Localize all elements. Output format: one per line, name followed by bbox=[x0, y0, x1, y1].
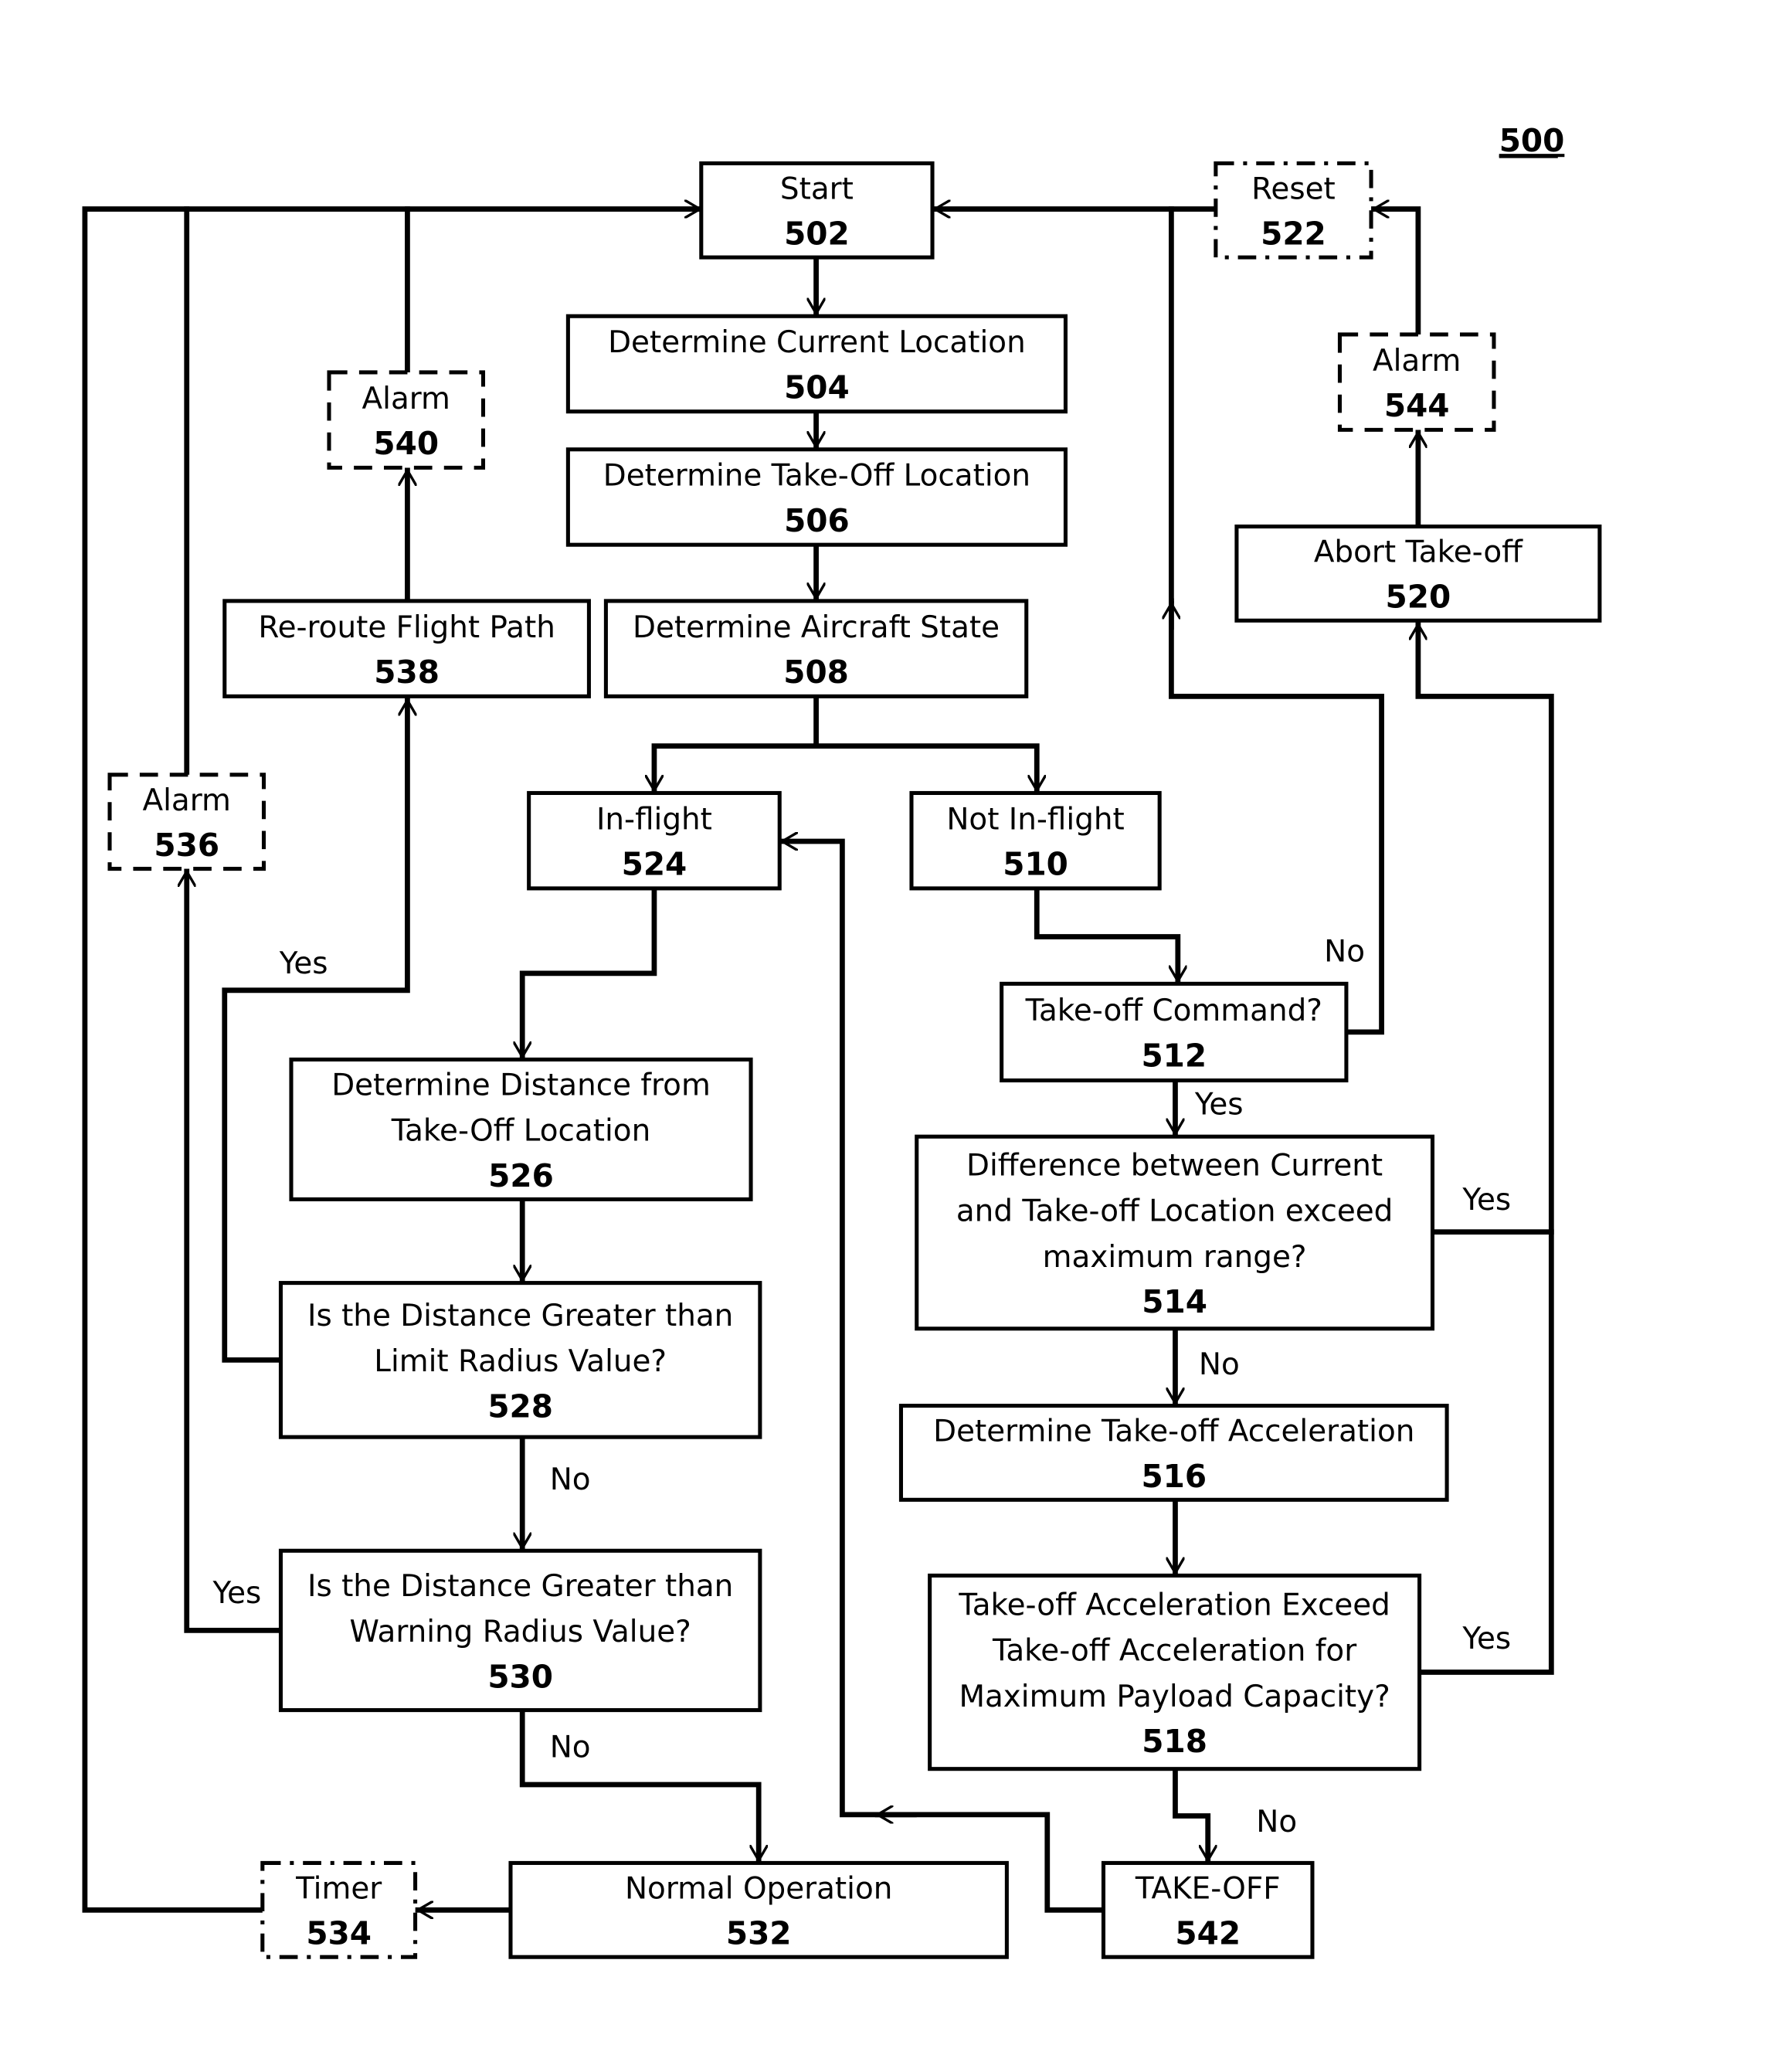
node-514-label: Difference between Current bbox=[966, 1149, 1383, 1184]
node-520-ref: 520 bbox=[1386, 579, 1451, 616]
node-542-label: TAKE-OFF bbox=[1135, 1872, 1281, 1907]
node-512: Take-off Command? 512 bbox=[1000, 981, 1349, 1083]
node-524-label: In-flight bbox=[596, 802, 712, 837]
node-502-ref: 502 bbox=[784, 216, 850, 253]
node-518: Take-off Acceleration Exceed Take-off Acc… bbox=[928, 1573, 1422, 1771]
node-540-label: Alarm bbox=[362, 382, 450, 416]
node-544: Alarm 544 bbox=[1337, 332, 1496, 432]
edge-label-512-no: No bbox=[1324, 935, 1365, 970]
node-540-ref: 540 bbox=[373, 425, 439, 462]
node-516: Determine Take-off Acceleration 516 bbox=[898, 1404, 1449, 1502]
node-504-ref: 504 bbox=[784, 369, 850, 406]
node-534-label: Timer bbox=[295, 1872, 382, 1907]
edge-530-yes-536 bbox=[187, 868, 283, 1633]
edge-524-526 bbox=[522, 885, 657, 1060]
edge-label-528-yes: Yes bbox=[279, 946, 328, 981]
node-522: Reset 522 bbox=[1214, 161, 1373, 260]
node-514-label: and Take-off Location exceed bbox=[956, 1194, 1393, 1229]
node-510: Not In-flight 510 bbox=[909, 790, 1162, 891]
edge-508-524 bbox=[654, 693, 819, 793]
node-516-label: Determine Take-off Acceleration bbox=[933, 1415, 1414, 1449]
edge-label-518-yes: Yes bbox=[1461, 1622, 1511, 1656]
node-516-ref: 516 bbox=[1141, 1458, 1207, 1495]
node-534-ref: 534 bbox=[306, 1915, 372, 1952]
node-522-label: Reset bbox=[1251, 172, 1336, 206]
node-514: Difference between Current and Take-off L… bbox=[915, 1134, 1435, 1331]
node-524: In-flight 524 bbox=[527, 790, 782, 891]
node-518-label: Take-off Acceleration for bbox=[992, 1634, 1356, 1669]
node-518-label: Take-off Acceleration Exceed bbox=[958, 1588, 1390, 1623]
node-518-ref: 518 bbox=[1142, 1723, 1207, 1760]
node-526-label: Determine Distance from bbox=[331, 1068, 711, 1103]
edge-label-530-yes: Yes bbox=[212, 1576, 262, 1611]
node-504-label: Determine Current Location bbox=[608, 325, 1026, 360]
edge-518-yes-520 bbox=[1418, 621, 1554, 1675]
node-530-ref: 530 bbox=[487, 1658, 553, 1695]
edge-label-512-yes: Yes bbox=[1194, 1087, 1244, 1122]
node-532-ref: 532 bbox=[726, 1915, 792, 1952]
edge-510-512 bbox=[1034, 885, 1178, 984]
node-502-label: Start bbox=[780, 172, 854, 206]
edge-label-514-yes: Yes bbox=[1461, 1183, 1511, 1218]
node-536: Alarm 536 bbox=[107, 773, 266, 871]
node-506: Determine Take-Off Location 506 bbox=[565, 447, 1068, 547]
nodes: Start502Determine Current Location504Det… bbox=[107, 161, 1602, 1959]
node-522-ref: 522 bbox=[1261, 216, 1326, 253]
edge-508-510 bbox=[813, 743, 1037, 793]
node-512-ref: 512 bbox=[1141, 1037, 1207, 1074]
figure-number: 500 bbox=[1499, 122, 1565, 159]
node-528-label: Limit Radius Value? bbox=[374, 1344, 667, 1379]
node-538: Re-route Flight Path 538 bbox=[222, 599, 591, 698]
edge-518-542 bbox=[1173, 1766, 1207, 1863]
node-542-ref: 542 bbox=[1175, 1915, 1241, 1952]
node-524-ref: 524 bbox=[622, 846, 687, 883]
node-528-label: Is the Distance Greater than bbox=[307, 1299, 733, 1333]
node-518-label: Maximum Payload Capacity? bbox=[959, 1680, 1390, 1714]
node-520-label: Abort Take-off bbox=[1314, 535, 1523, 570]
edge-544-522 bbox=[1371, 209, 1421, 336]
node-510-ref: 510 bbox=[1003, 846, 1068, 883]
node-538-ref: 538 bbox=[374, 654, 440, 691]
node-526-ref: 526 bbox=[488, 1157, 554, 1194]
node-536-ref: 536 bbox=[154, 827, 219, 864]
node-506-ref: 506 bbox=[784, 502, 850, 539]
node-532: Normal Operation 532 bbox=[508, 1860, 1009, 1959]
node-504: Determine Current Location 504 bbox=[565, 314, 1068, 414]
node-508-ref: 508 bbox=[783, 654, 849, 691]
node-526-label: Take-Off Location bbox=[391, 1114, 650, 1149]
node-526: Determine Distance from Take-Off Location… bbox=[289, 1057, 753, 1201]
node-530-label: Is the Distance Greater than bbox=[307, 1569, 733, 1604]
node-544-ref: 544 bbox=[1384, 387, 1450, 424]
node-528: Is the Distance Greater than Limit Radius… bbox=[278, 1281, 762, 1439]
edge-label-530-no: No bbox=[550, 1730, 591, 1765]
node-520: Abort Take-off 520 bbox=[1234, 524, 1602, 623]
flowchart-500: 500 Start502Determine Current Location50… bbox=[82, 122, 1602, 1959]
node-538-label: Re-route Flight Path bbox=[258, 610, 555, 645]
node-514-ref: 514 bbox=[1142, 1283, 1207, 1320]
node-530: Is the Distance Greater than Warning Radi… bbox=[278, 1548, 762, 1713]
node-508: Determine Aircraft State 508 bbox=[603, 599, 1029, 698]
edge-label-518-no: No bbox=[1256, 1805, 1297, 1839]
edge-label-528-no: No bbox=[550, 1462, 591, 1497]
node-542: TAKE-OFF 542 bbox=[1101, 1860, 1315, 1959]
node-540: Alarm 540 bbox=[327, 370, 486, 470]
node-532-label: Normal Operation bbox=[625, 1872, 892, 1907]
node-510-label: Not In-flight bbox=[946, 802, 1124, 837]
edge-label-514-no: No bbox=[1199, 1347, 1240, 1382]
node-502: Start 502 bbox=[699, 161, 935, 260]
node-536-label: Alarm bbox=[143, 783, 231, 818]
node-508-label: Determine Aircraft State bbox=[633, 610, 1000, 645]
node-506-label: Determine Take-Off Location bbox=[603, 459, 1030, 494]
node-514-label: maximum range? bbox=[1043, 1240, 1307, 1275]
node-544-label: Alarm bbox=[1373, 344, 1461, 379]
node-512-label: Take-off Command? bbox=[1025, 994, 1322, 1028]
node-530-label: Warning Radius Value? bbox=[350, 1615, 691, 1649]
node-534: Timer 534 bbox=[260, 1860, 418, 1959]
node-528-ref: 528 bbox=[487, 1388, 553, 1425]
